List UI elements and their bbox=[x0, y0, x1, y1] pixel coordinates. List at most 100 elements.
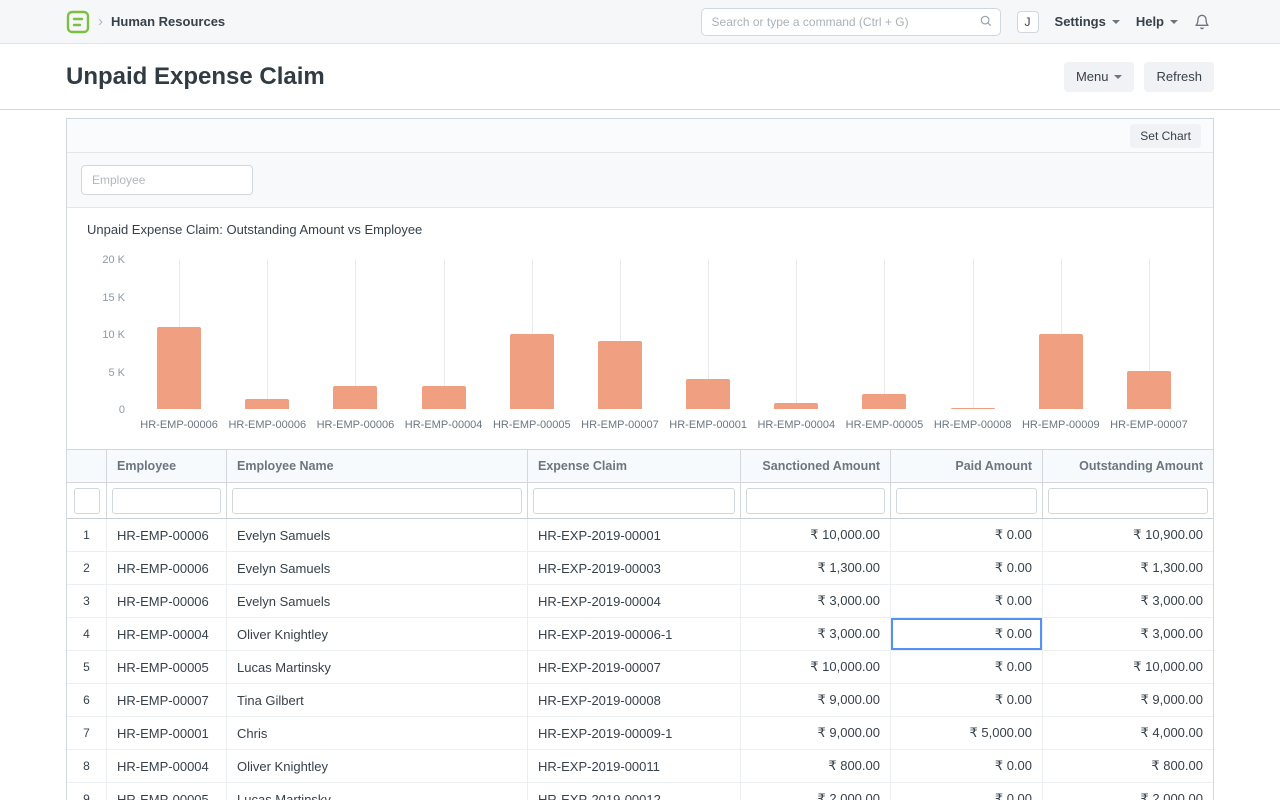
employee-name-cell[interactable]: Lucas Martinsky bbox=[227, 783, 528, 800]
expense-claim-cell[interactable]: HR-EXP-2019-00011 bbox=[528, 750, 741, 782]
employee-cell[interactable]: HR-EMP-00005 bbox=[107, 651, 227, 683]
expense-claim-cell[interactable]: HR-EXP-2019-00004 bbox=[528, 585, 741, 617]
employee-cell[interactable]: HR-EMP-00005 bbox=[107, 783, 227, 800]
sanctioned-amount-cell[interactable]: ₹ 2,000.00 bbox=[741, 783, 891, 800]
paid-amount-cell[interactable]: ₹ 0.00 bbox=[891, 618, 1043, 650]
employee-cell[interactable]: HR-EMP-00007 bbox=[107, 684, 227, 716]
chart-bar[interactable] bbox=[1039, 334, 1083, 409]
outstanding-amount-cell[interactable]: ₹ 10,000.00 bbox=[1043, 651, 1213, 683]
employee-cell[interactable]: HR-EMP-00004 bbox=[107, 618, 227, 650]
paid-amount-cell[interactable]: ₹ 0.00 bbox=[891, 750, 1043, 782]
employee-cell[interactable]: HR-EMP-00006 bbox=[107, 519, 227, 551]
employee-name-cell[interactable]: Evelyn Samuels bbox=[227, 552, 528, 584]
breadcrumb[interactable]: Human Resources bbox=[111, 14, 225, 29]
sanctioned-amount-cell[interactable]: ₹ 10,000.00 bbox=[741, 651, 891, 683]
sanctioned-amount-cell[interactable]: ₹ 800.00 bbox=[741, 750, 891, 782]
sanctioned-amount-cell[interactable]: ₹ 3,000.00 bbox=[741, 618, 891, 650]
filter-input-employee-name[interactable] bbox=[232, 488, 522, 514]
employee-cell[interactable]: HR-EMP-00006 bbox=[107, 552, 227, 584]
employee-name-cell[interactable]: Oliver Knightley bbox=[227, 750, 528, 782]
employee-filter-input[interactable] bbox=[81, 165, 253, 195]
column-header-employee-name[interactable]: Employee Name bbox=[227, 450, 528, 482]
employee-name-cell[interactable]: Oliver Knightley bbox=[227, 618, 528, 650]
table-row[interactable]: 3 HR-EMP-00006 Evelyn Samuels HR-EXP-201… bbox=[67, 585, 1213, 618]
outstanding-amount-cell[interactable]: ₹ 3,000.00 bbox=[1043, 585, 1213, 617]
employee-name-cell[interactable]: Evelyn Samuels bbox=[227, 519, 528, 551]
refresh-button[interactable]: Refresh bbox=[1144, 62, 1214, 92]
settings-menu[interactable]: Settings bbox=[1055, 14, 1120, 29]
filter-input-sanctioned-amount[interactable] bbox=[746, 488, 885, 514]
chart-bar[interactable] bbox=[951, 408, 995, 409]
table-row[interactable]: 2 HR-EMP-00006 Evelyn Samuels HR-EXP-201… bbox=[67, 552, 1213, 585]
expense-claim-cell[interactable]: HR-EXP-2019-00007 bbox=[528, 651, 741, 683]
filter-input-employee[interactable] bbox=[112, 488, 221, 514]
erpnext-logo-icon[interactable] bbox=[66, 10, 90, 34]
expense-claim-cell[interactable]: HR-EXP-2019-00006-1 bbox=[528, 618, 741, 650]
chart-bar[interactable] bbox=[245, 399, 289, 409]
search-input[interactable] bbox=[701, 8, 1001, 36]
table-row[interactable]: 5 HR-EMP-00005 Lucas Martinsky HR-EXP-20… bbox=[67, 651, 1213, 684]
paid-amount-cell[interactable]: ₹ 0.00 bbox=[891, 783, 1043, 800]
paid-amount-cell[interactable]: ₹ 0.00 bbox=[891, 552, 1043, 584]
filter-input-expense-claim[interactable] bbox=[533, 488, 735, 514]
outstanding-amount-cell[interactable]: ₹ 800.00 bbox=[1043, 750, 1213, 782]
column-header-sanctioned-amount[interactable]: Sanctioned Amount bbox=[741, 450, 891, 482]
filter-input-row-index[interactable] bbox=[74, 488, 100, 514]
table-row[interactable]: 1 HR-EMP-00006 Evelyn Samuels HR-EXP-201… bbox=[67, 519, 1213, 552]
table-row[interactable]: 4 HR-EMP-00004 Oliver Knightley HR-EXP-2… bbox=[67, 618, 1213, 651]
employee-name-cell[interactable]: Chris bbox=[227, 717, 528, 749]
notifications-bell-icon[interactable] bbox=[1194, 14, 1210, 30]
chart-bar[interactable] bbox=[1127, 371, 1171, 409]
sanctioned-amount-cell[interactable]: ₹ 3,000.00 bbox=[741, 585, 891, 617]
outstanding-amount-cell[interactable]: ₹ 2,000.00 bbox=[1043, 783, 1213, 800]
sanctioned-amount-cell[interactable]: ₹ 9,000.00 bbox=[741, 717, 891, 749]
chart-bar[interactable] bbox=[333, 386, 377, 409]
expense-claim-cell[interactable]: HR-EXP-2019-00012 bbox=[528, 783, 741, 800]
menu-button[interactable]: Menu bbox=[1064, 62, 1135, 92]
chart-bar[interactable] bbox=[686, 379, 730, 409]
employee-name-cell[interactable]: Lucas Martinsky bbox=[227, 651, 528, 683]
employee-cell[interactable]: HR-EMP-00004 bbox=[107, 750, 227, 782]
outstanding-amount-cell[interactable]: ₹ 9,000.00 bbox=[1043, 684, 1213, 716]
chart-bar[interactable] bbox=[510, 334, 554, 409]
column-header-outstanding-amount[interactable]: Outstanding Amount bbox=[1043, 450, 1213, 482]
chart-bar[interactable] bbox=[422, 386, 466, 409]
paid-amount-cell[interactable]: ₹ 0.00 bbox=[891, 651, 1043, 683]
help-menu[interactable]: Help bbox=[1136, 14, 1178, 29]
table-row[interactable]: 8 HR-EMP-00004 Oliver Knightley HR-EXP-2… bbox=[67, 750, 1213, 783]
paid-amount-cell[interactable]: ₹ 0.00 bbox=[891, 519, 1043, 551]
filter-input-paid-amount[interactable] bbox=[896, 488, 1037, 514]
sanctioned-amount-cell[interactable]: ₹ 9,000.00 bbox=[741, 684, 891, 716]
chart-bar[interactable] bbox=[598, 341, 642, 409]
paid-amount-cell[interactable]: ₹ 5,000.00 bbox=[891, 717, 1043, 749]
expense-claim-cell[interactable]: HR-EXP-2019-00008 bbox=[528, 684, 741, 716]
column-header-employee[interactable]: Employee bbox=[107, 450, 227, 482]
outstanding-amount-cell[interactable]: ₹ 1,300.00 bbox=[1043, 552, 1213, 584]
expense-claim-cell[interactable]: HR-EXP-2019-00001 bbox=[528, 519, 741, 551]
employee-name-cell[interactable]: Evelyn Samuels bbox=[227, 585, 528, 617]
column-header-expense-claim[interactable]: Expense Claim bbox=[528, 450, 741, 482]
outstanding-amount-cell[interactable]: ₹ 3,000.00 bbox=[1043, 618, 1213, 650]
employee-cell[interactable]: HR-EMP-00006 bbox=[107, 585, 227, 617]
paid-amount-cell[interactable]: ₹ 0.00 bbox=[891, 684, 1043, 716]
sanctioned-amount-cell[interactable]: ₹ 1,300.00 bbox=[741, 552, 891, 584]
paid-amount-cell[interactable]: ₹ 0.00 bbox=[891, 585, 1043, 617]
row-index-cell: 8 bbox=[67, 750, 107, 782]
user-avatar[interactable]: J bbox=[1017, 11, 1039, 33]
employee-cell[interactable]: HR-EMP-00001 bbox=[107, 717, 227, 749]
sanctioned-amount-cell[interactable]: ₹ 10,000.00 bbox=[741, 519, 891, 551]
table-row[interactable]: 6 HR-EMP-00007 Tina Gilbert HR-EXP-2019-… bbox=[67, 684, 1213, 717]
outstanding-amount-cell[interactable]: ₹ 4,000.00 bbox=[1043, 717, 1213, 749]
chart-bar[interactable] bbox=[157, 327, 201, 409]
expense-claim-cell[interactable]: HR-EXP-2019-00009-1 bbox=[528, 717, 741, 749]
expense-claim-cell[interactable]: HR-EXP-2019-00003 bbox=[528, 552, 741, 584]
table-row[interactable]: 9 HR-EMP-00005 Lucas Martinsky HR-EXP-20… bbox=[67, 783, 1213, 800]
chart-bar[interactable] bbox=[862, 394, 906, 409]
table-row[interactable]: 7 HR-EMP-00001 Chris HR-EXP-2019-00009-1… bbox=[67, 717, 1213, 750]
filter-input-outstanding-amount[interactable] bbox=[1048, 488, 1208, 514]
set-chart-button[interactable]: Set Chart bbox=[1130, 124, 1201, 148]
chart-bar[interactable] bbox=[774, 403, 818, 409]
column-header-paid-amount[interactable]: Paid Amount bbox=[891, 450, 1043, 482]
employee-name-cell[interactable]: Tina Gilbert bbox=[227, 684, 528, 716]
outstanding-amount-cell[interactable]: ₹ 10,900.00 bbox=[1043, 519, 1213, 551]
